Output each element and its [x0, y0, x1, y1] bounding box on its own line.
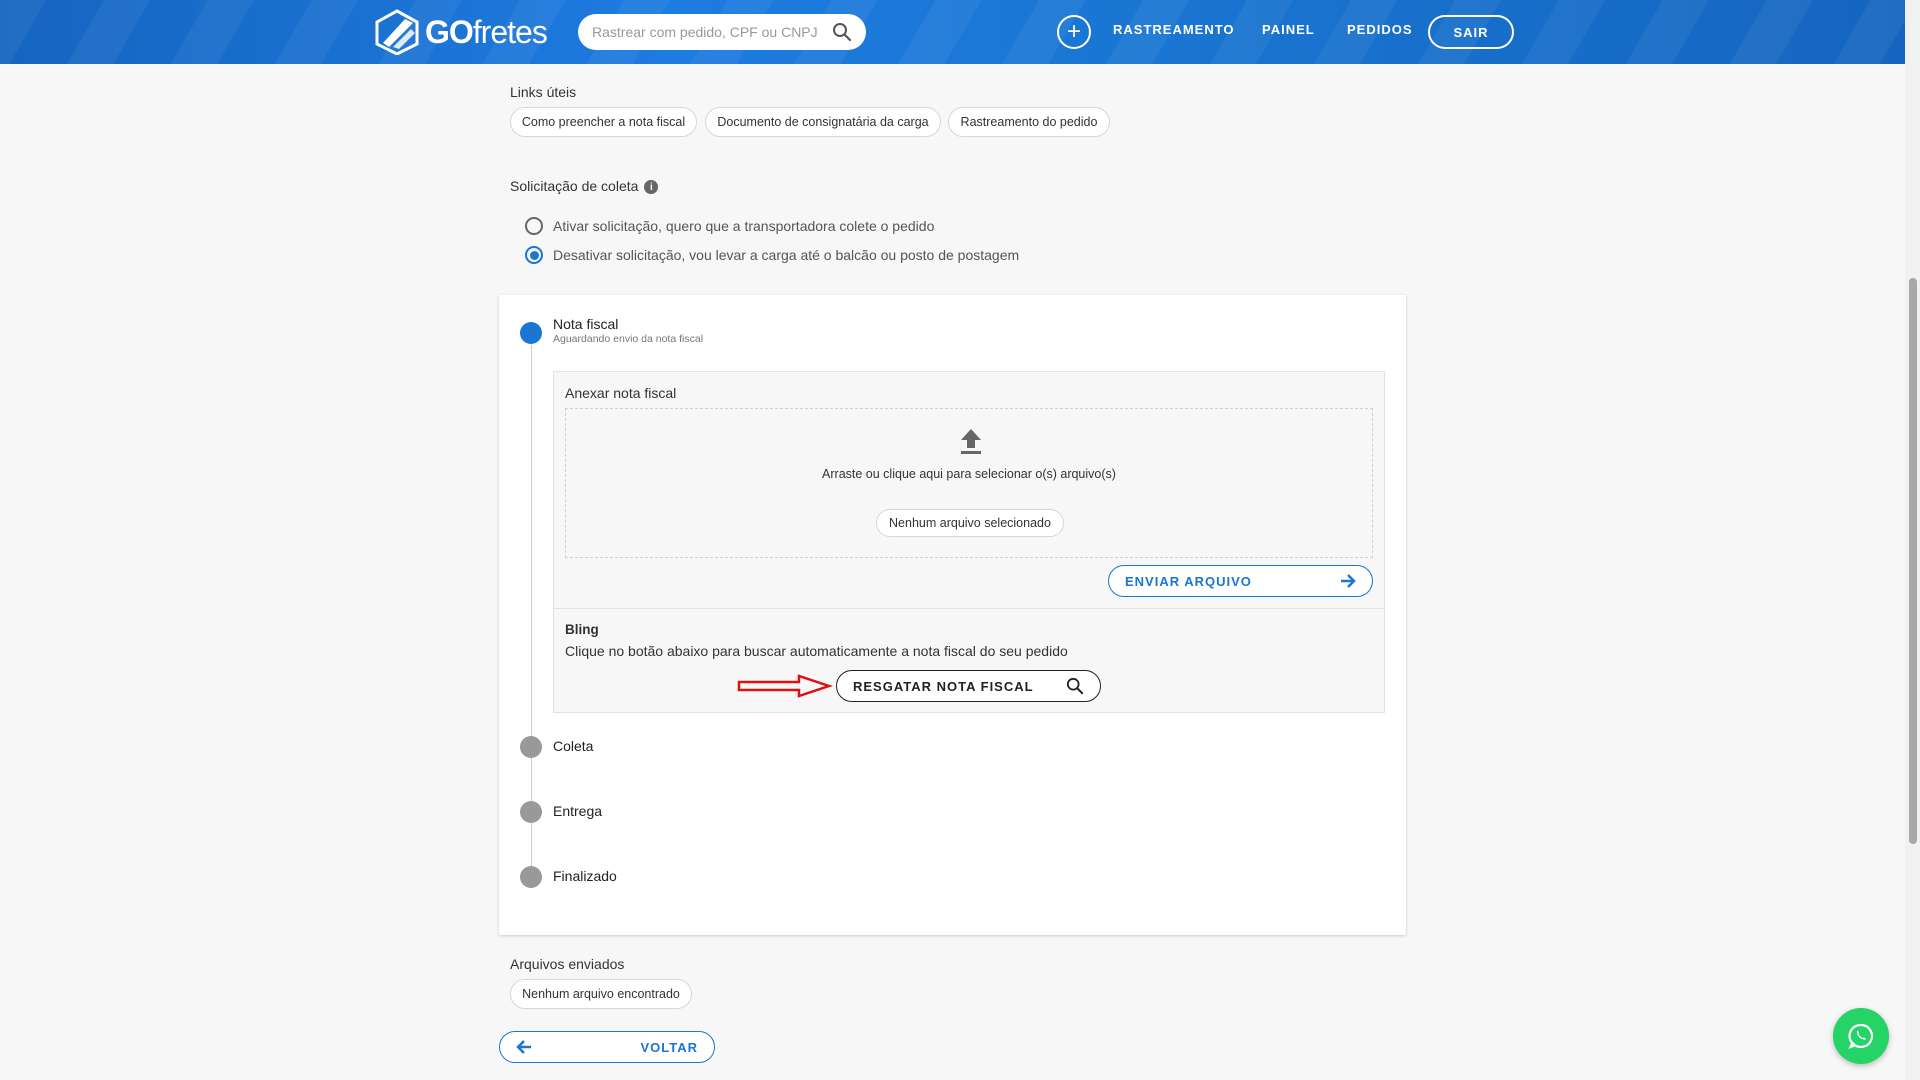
logo-mark-icon [375, 9, 419, 55]
send-file-button[interactable]: ENVIAR ARQUIVO [1108, 565, 1373, 597]
link-chip-consignataria[interactable]: Documento de consignatária da carga [705, 107, 941, 137]
back-label: VOLTAR [640, 1039, 698, 1055]
back-button[interactable]: VOLTAR [499, 1031, 715, 1063]
arrow-left-icon [516, 1040, 531, 1054]
solicitacao-title: Solicitação de coleta i [510, 178, 659, 195]
whatsapp-button[interactable] [1833, 1008, 1889, 1064]
step-connector-line [531, 345, 532, 742]
step-title-entrega: Entrega [553, 803, 603, 819]
bling-title: Bling [565, 622, 599, 637]
arquivos-title: Arquivos enviados [510, 956, 625, 972]
step-title-finalizado: Finalizado [553, 868, 617, 884]
no-file-chip: Nenhum arquivo selecionado [876, 509, 1064, 537]
radio-checked[interactable] [525, 246, 543, 264]
link-chip-nota-fiscal[interactable]: Como preencher a nota fiscal [510, 107, 697, 137]
anexar-title: Anexar nota fiscal [565, 385, 677, 401]
arrow-right-icon [1341, 574, 1356, 588]
red-arrow-annotation-icon [737, 674, 833, 698]
links-uteis-title: Links úteis [510, 84, 577, 100]
gofretes-logo[interactable]: GOfretes [375, 8, 548, 56]
step-connector-line [531, 758, 532, 807]
info-icon[interactable]: i [644, 180, 659, 195]
step-title-coleta: Coleta [553, 738, 594, 754]
search-icon [1066, 677, 1084, 695]
step-dot-finalizado [520, 866, 542, 888]
scrollbar-thumb[interactable] [1909, 278, 1917, 844]
tracking-search-input[interactable] [592, 24, 832, 40]
step-dot-coleta [520, 736, 542, 758]
bling-description: Clique no botão abaixo para buscar autom… [565, 643, 1068, 659]
logout-button[interactable]: SAIR [1428, 15, 1514, 49]
step-connector-line [531, 823, 532, 872]
step-dot-nota-fiscal [520, 322, 542, 344]
solicitacao-title-text: Solicitação de coleta [510, 178, 639, 194]
no-files-found-chip: Nenhum arquivo encontrado [510, 979, 692, 1009]
radio-unchecked[interactable] [525, 217, 543, 235]
nav-painel[interactable]: PAINEL [1262, 22, 1315, 37]
radio-desativar-label: Desativar solicitação, vou levar a carga… [553, 247, 1020, 263]
tracking-search[interactable] [578, 14, 866, 50]
resgatar-nota-fiscal-button[interactable]: RESGATAR NOTA FISCAL [836, 670, 1101, 702]
nav-pedidos[interactable]: PEDIDOS [1347, 22, 1413, 37]
step-subtitle-nota-fiscal: Aguardando envio da nota fiscal [553, 333, 704, 345]
panel-divider [554, 608, 1384, 609]
dropzone-text: Arraste ou clique aqui para selecionar o… [822, 467, 1116, 481]
step-dot-entrega [520, 801, 542, 823]
step-title-nota-fiscal: Nota fiscal [553, 316, 619, 332]
whatsapp-icon [1848, 1023, 1874, 1049]
radio-ativar-label: Ativar solicitação, quero que a transpor… [553, 218, 935, 234]
radio-ativar-coleta[interactable]: Ativar solicitação, quero que a transpor… [525, 217, 934, 235]
send-file-label: ENVIAR ARQUIVO [1125, 573, 1252, 589]
radio-desativar-coleta[interactable]: Desativar solicitação, vou levar a carga… [525, 246, 1019, 264]
resgatar-label: RESGATAR NOTA FISCAL [853, 678, 1034, 694]
upload-icon [961, 429, 981, 454]
nav-rastreamento[interactable]: RASTREAMENTO [1113, 22, 1235, 37]
logo-text: GOfretes [425, 13, 548, 50]
file-dropzone[interactable]: Arraste ou clique aqui para selecionar o… [565, 408, 1373, 558]
page-scrollbar[interactable] [1905, 0, 1920, 1080]
search-icon[interactable] [832, 22, 852, 42]
link-chip-rastreamento[interactable]: Rastreamento do pedido [948, 107, 1110, 137]
plus-circle-icon[interactable]: + [1057, 15, 1091, 49]
top-header: GOfretes + RASTREAMENTO PAINEL PEDIDOS S… [0, 0, 1905, 64]
